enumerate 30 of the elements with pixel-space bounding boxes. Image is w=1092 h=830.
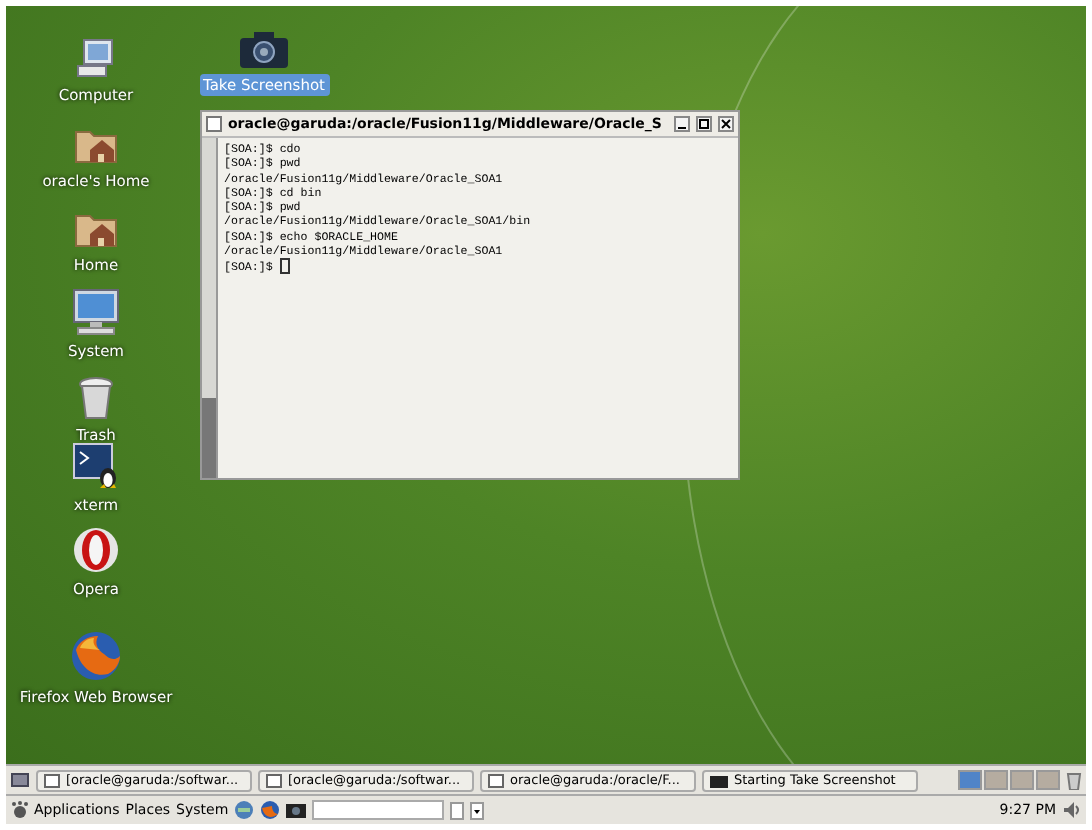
opera-icon <box>72 526 120 574</box>
dropdown-icon[interactable] <box>470 801 485 819</box>
minimize-icon[interactable] <box>674 116 690 132</box>
globe-icon[interactable] <box>234 800 255 820</box>
window-icon <box>266 773 282 787</box>
window-icon <box>488 773 504 787</box>
terminal-icon <box>72 442 120 490</box>
workspace-switcher-cell[interactable] <box>958 770 982 790</box>
show-desktop-icon[interactable] <box>10 770 30 790</box>
workspace-switcher-cell[interactable] <box>984 770 1008 790</box>
camera-icon <box>710 773 728 787</box>
workspace-switcher-cell[interactable] <box>1036 770 1060 790</box>
text-cursor <box>279 258 290 275</box>
window-icon <box>44 773 60 787</box>
speaker-icon[interactable] <box>1062 800 1082 820</box>
close-icon[interactable] <box>718 116 734 132</box>
window-menu-icon[interactable] <box>206 116 222 132</box>
foot-icon[interactable] <box>10 800 28 820</box>
trash-icon[interactable] <box>1066 770 1082 790</box>
trash-icon <box>78 376 114 420</box>
workspace-switcher-cell[interactable] <box>1010 770 1034 790</box>
camera-icon[interactable] <box>286 800 307 820</box>
maximize-icon[interactable] <box>696 116 712 132</box>
computer-icon <box>74 36 118 80</box>
firefox-icon <box>70 630 122 682</box>
camera-icon <box>238 30 290 70</box>
input-field[interactable] <box>312 800 445 820</box>
scrollbar[interactable] <box>202 138 218 478</box>
firefox-icon[interactable] <box>260 800 281 820</box>
monitor-icon <box>70 288 122 336</box>
